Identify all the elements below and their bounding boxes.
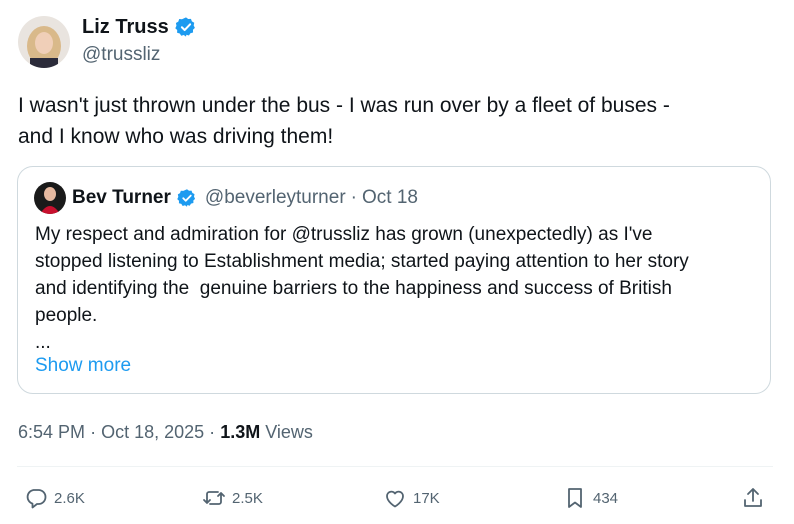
reply-icon	[26, 489, 47, 509]
author-name[interactable]: Liz Truss	[82, 15, 169, 39]
tweet-meta: 6:54 PM · Oct 18, 2025 · 1.3M Views	[18, 420, 313, 444]
repost-button[interactable]: 2.5K	[202, 486, 263, 510]
quoted-tweet-text: My respect and admiration for @trussliz …	[35, 221, 765, 356]
bookmark-button[interactable]: 434	[563, 486, 618, 510]
share-icon	[744, 488, 762, 507]
separator-dot: ·	[350, 187, 357, 208]
views-label: Views	[265, 422, 313, 442]
bookmark-count: 434	[593, 489, 619, 507]
verified-badge-icon	[174, 17, 195, 37]
repost-count: 2.5K	[232, 489, 263, 507]
author-handle[interactable]: @trussliz	[82, 43, 160, 67]
quoted-text-ellipsis: ...	[35, 332, 51, 353]
quoted-text-line: and identifying the genuine barriers to …	[35, 278, 672, 299]
bookmark-icon	[568, 488, 582, 508]
like-count: 17K	[413, 489, 440, 507]
separator-dot: ·	[209, 422, 216, 442]
tweet-text-line: I wasn't just thrown under the bus - I w…	[18, 94, 670, 117]
tweet-text-line: and I know who was driving them!	[18, 125, 334, 148]
separator-dot: ·	[90, 422, 97, 442]
quoted-author-name[interactable]: Bev Turner	[72, 186, 171, 210]
quoted-avatar-image	[34, 182, 66, 214]
tweet-text: I wasn't just thrown under the bus - I w…	[18, 90, 778, 152]
author-name-row[interactable]: Liz Truss	[82, 15, 197, 39]
repost-icon	[203, 491, 225, 505]
divider	[17, 466, 773, 467]
quoted-text-line: stopped listening to Establishment media…	[35, 251, 689, 272]
like-button[interactable]: 17K	[383, 486, 440, 510]
quoted-author-handle[interactable]: @beverleyturner	[205, 186, 346, 210]
show-more-link[interactable]: Show more	[35, 354, 131, 378]
views-count: 1.3M	[220, 422, 261, 442]
quoted-text-line: people.	[35, 305, 98, 326]
reply-button[interactable]: 2.6K	[24, 486, 85, 510]
author-avatar-image	[18, 16, 70, 68]
quoted-text-line: My respect and admiration for @trussliz …	[35, 224, 653, 245]
reply-count: 2.6K	[54, 489, 85, 507]
author-avatar[interactable]	[18, 16, 70, 68]
quoted-date[interactable]: Oct 18	[362, 186, 418, 210]
tweet-date[interactable]: Oct 18, 2025	[101, 422, 204, 442]
verified-badge-icon	[177, 189, 195, 207]
quoted-header: Bev Turner @beverleyturner · Oct 18	[72, 186, 418, 210]
quoted-author-avatar[interactable]	[34, 182, 66, 214]
heart-icon	[386, 490, 404, 508]
share-button[interactable]	[741, 486, 771, 510]
tweet-time[interactable]: 6:54 PM	[18, 422, 85, 442]
